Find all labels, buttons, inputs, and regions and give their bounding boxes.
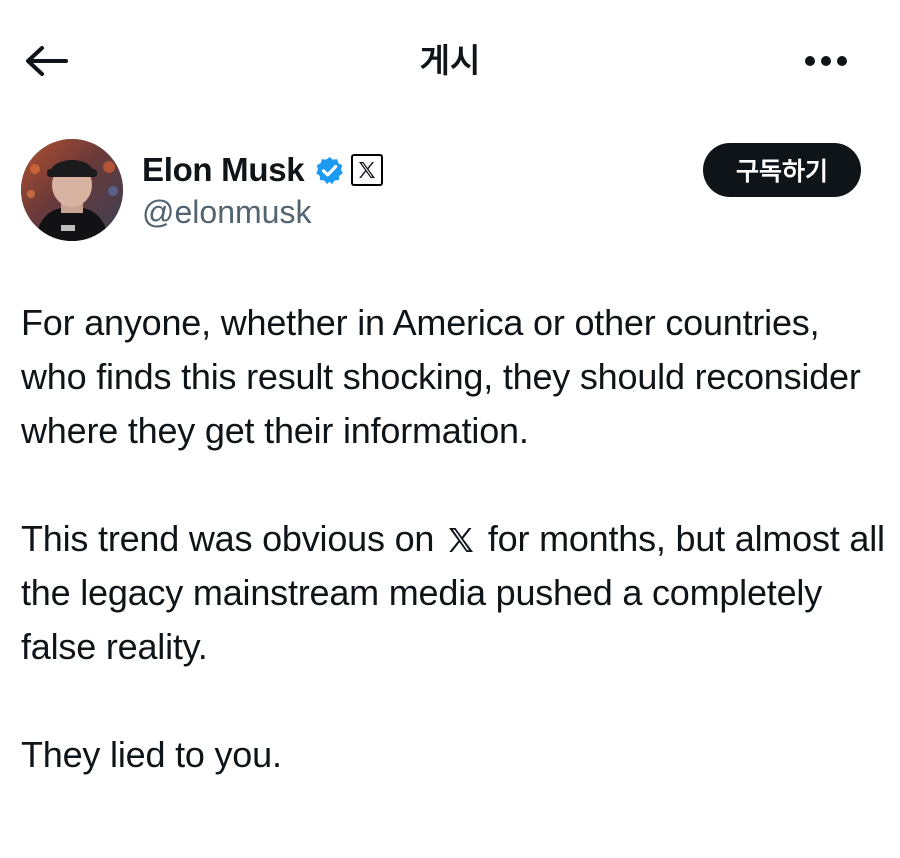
post-paragraph-1: For anyone, whether in America or other … <box>21 302 861 451</box>
page-title: 게시 <box>419 41 481 80</box>
post-paragraph-2: This trend was obvious on for months, bu… <box>21 512 887 674</box>
post-paragraph-2-start: This trend was obvious on <box>21 518 435 559</box>
x-logo-icon <box>449 528 474 552</box>
subscribe-button[interactable]: 구독하기 <box>703 143 861 197</box>
top-bar: 게시 <box>0 0 900 120</box>
author-handle[interactable]: @elonmusk <box>142 192 311 232</box>
post-body: For anyone, whether in America or other … <box>21 296 887 782</box>
author-name-row: Elon Musk <box>142 148 384 192</box>
more-horizontal-icon <box>805 56 847 66</box>
post-paragraph-3: They lied to you. <box>21 734 282 775</box>
avatar[interactable] <box>21 139 123 241</box>
more-options-button[interactable] <box>796 40 856 82</box>
x-logo-icon <box>359 162 376 178</box>
author-name[interactable]: Elon Musk <box>142 151 305 189</box>
profile-photo <box>21 139 123 241</box>
x-affiliation-badge[interactable] <box>351 154 384 186</box>
verified-badge-icon <box>316 156 344 184</box>
